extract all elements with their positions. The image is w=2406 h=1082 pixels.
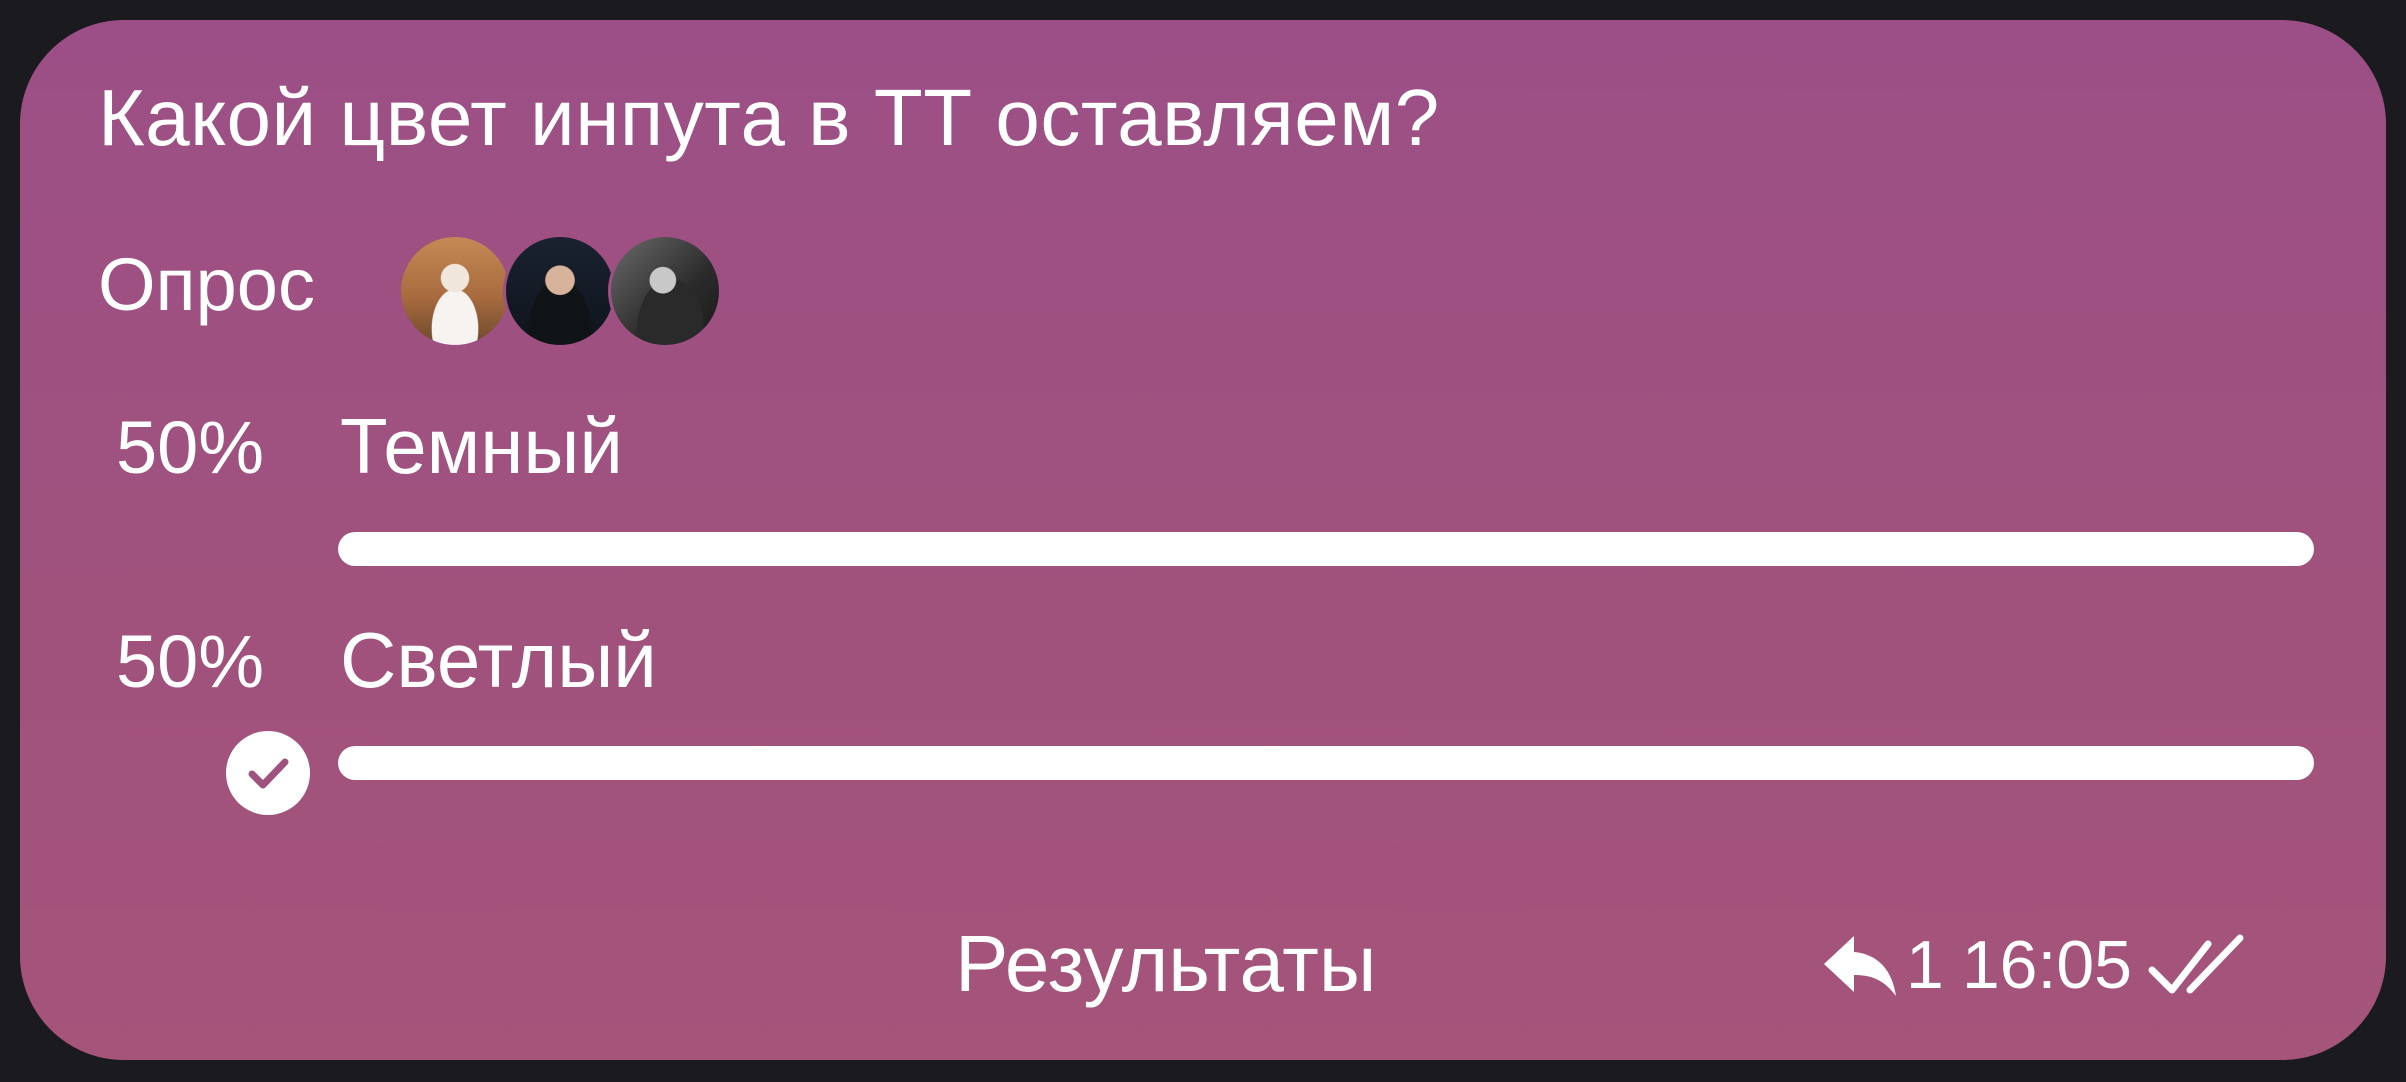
option-label: Светлый — [340, 616, 657, 704]
double-check-icon — [2148, 934, 2244, 994]
poll-type-label: Опрос — [98, 243, 315, 326]
option-result-bar-fill — [338, 746, 2314, 780]
option-result-bar — [338, 532, 2314, 566]
option-result-bar-fill — [338, 532, 2314, 566]
option-result-bar — [338, 746, 2314, 780]
option-percent: 50% — [116, 620, 265, 703]
message-time: 16:05 — [1961, 927, 2132, 1003]
option-percent: 50% — [116, 406, 265, 489]
voter-avatars[interactable] — [398, 234, 738, 348]
avatar — [608, 234, 722, 348]
results-button[interactable]: Результаты — [955, 924, 1376, 1004]
reply-count: 1 — [1906, 927, 1944, 1003]
selected-check-icon — [226, 731, 310, 815]
avatar — [503, 234, 617, 348]
message-meta: 1 16:05 — [1820, 920, 2246, 1010]
avatar — [398, 234, 512, 348]
option-label: Темный — [340, 402, 623, 490]
reply-icon[interactable] — [1820, 930, 1900, 1000]
poll-message-bubble[interactable]: Какой цвет инпута в ТТ оставляем? Опрос … — [20, 20, 2386, 1060]
poll-question: Какой цвет инпута в ТТ оставляем? — [98, 73, 1440, 162]
